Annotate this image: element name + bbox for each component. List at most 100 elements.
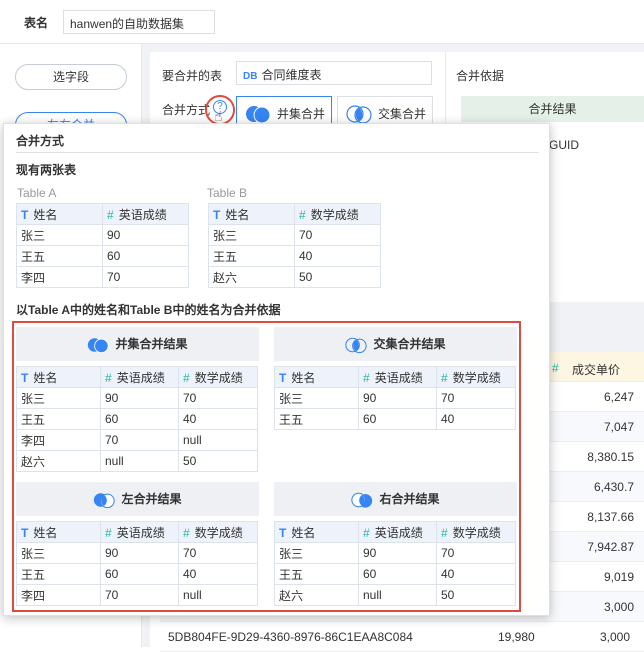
column-header: T 姓名 — [16, 203, 103, 225]
table-row: 王五 60 40 — [16, 408, 258, 430]
table-cell: 40 — [436, 408, 516, 430]
right-venn-icon — [351, 492, 373, 508]
table-cell: 王五 — [274, 563, 359, 585]
table-cell: 70 — [100, 429, 179, 451]
table-header-row: T 姓名 # 英语成绩 # 数学成绩 — [16, 366, 258, 388]
merge-table-select[interactable]: DB 合同维度表 — [236, 61, 432, 85]
row-price: 3,000 — [600, 630, 631, 644]
intersect-merge-label: 交集合并 — [378, 107, 427, 121]
table-cell: 70 — [436, 542, 516, 564]
column-header: T 姓名 — [274, 521, 359, 543]
left-result-header: 左合并结果 — [16, 482, 259, 516]
table-a-title: Table A — [17, 186, 57, 200]
table-cell: 50 — [178, 450, 258, 472]
text-type-icon: T — [213, 207, 221, 222]
column-header: T 姓名 — [274, 366, 359, 388]
intersect-result-header: 交集合并结果 — [274, 327, 517, 361]
table-header-row: T 姓名 # 数学成绩 — [208, 203, 381, 225]
table-cell: 赵六 — [16, 450, 101, 472]
price-cell: 8,137.66 — [587, 510, 634, 524]
text-type-icon: T — [21, 525, 29, 540]
table-cell: 90 — [358, 387, 437, 409]
table-b: T 姓名 # 数学成绩 张三 70 王五 40 赵六 50 — [208, 203, 381, 288]
guid-field: GUID — [549, 138, 579, 152]
table-cell: 50 — [294, 266, 381, 288]
table-row: 王五 40 — [208, 245, 381, 267]
price-cell: 7,047 — [603, 420, 634, 434]
table-row: 王五 60 — [16, 245, 189, 267]
table-cell: 40 — [436, 563, 516, 585]
table-cell: 60 — [358, 408, 437, 430]
number-type-icon: # — [552, 361, 559, 375]
price-cell: 9,019 — [603, 570, 634, 584]
column-header: # 英语成绩 — [358, 521, 437, 543]
table-cell: 李四 — [16, 584, 101, 606]
table-header-row: T 姓名 # 英语成绩 # 数学成绩 — [274, 521, 516, 543]
union-result-title: 并集合并结果 — [115, 337, 188, 351]
table-row: 5DB804FE-9D29-4360-8976-86C1EAA8C084 19,… — [160, 622, 644, 652]
table-name-label: 表名 — [24, 16, 49, 30]
db-icon: DB — [243, 71, 258, 82]
select-fields-button[interactable]: 选字段 — [15, 64, 127, 90]
table-row: 王五 60 40 — [16, 563, 258, 585]
left-venn-icon — [94, 493, 116, 508]
table-cell: 赵六 — [208, 266, 295, 288]
table-cell: 90 — [358, 542, 437, 564]
union-result-header: 并集合并结果 — [16, 327, 259, 361]
table-cell: 70 — [100, 584, 179, 606]
table-cell: 40 — [178, 408, 258, 430]
column-header: # 英语成绩 — [100, 521, 179, 543]
table-cell: 70 — [178, 387, 258, 409]
table-cell: 李四 — [16, 429, 101, 451]
table-header-row: T 姓名 # 英语成绩 # 数学成绩 — [274, 366, 516, 388]
intersect-result-title: 交集合并结果 — [373, 337, 446, 351]
price-cell: 3,000 — [603, 600, 634, 614]
number-type-icon: # — [105, 370, 112, 385]
table-cell: 王五 — [16, 563, 101, 585]
popup-subtitle: 现有两张表 — [16, 163, 77, 177]
column-header: T 姓名 — [16, 521, 101, 543]
table-row: 李四 70 — [16, 266, 189, 288]
table-cell: 60 — [358, 563, 437, 585]
right-result-table: T 姓名 # 英语成绩 # 数学成绩 张三 90 70 王五 60 40 赵六 null 50 — [274, 521, 516, 606]
right-result-title: 右合并结果 — [379, 492, 440, 506]
table-cell: 70 — [294, 224, 381, 246]
table-row: 张三 90 70 — [274, 542, 516, 564]
merge-result-header: 合并结果 — [461, 96, 644, 122]
number-type-icon: # — [299, 207, 306, 222]
table-cell: 王五 — [274, 408, 359, 430]
text-type-icon: T — [21, 370, 29, 385]
number-type-icon: # — [363, 370, 370, 385]
table-row: 王五 60 40 — [274, 563, 516, 585]
table-cell: 70 — [178, 542, 258, 564]
column-header: # 数学成绩 — [294, 203, 381, 225]
table-cell: null — [178, 429, 258, 451]
column-header: # 数学成绩 — [436, 521, 516, 543]
column-header: # 英语成绩 — [100, 366, 179, 388]
table-cell: 40 — [294, 245, 381, 267]
left-result-title: 左合并结果 — [121, 492, 182, 506]
table-cell: 赵六 — [274, 584, 359, 606]
union-result-table: T 姓名 # 英语成绩 # 数学成绩 张三 90 70 王五 60 40 李四 70 null 赵六 null 5… — [16, 366, 258, 472]
price-cell: 7,942.87 — [587, 540, 634, 554]
table-cell: 张三 — [16, 387, 101, 409]
grid-header-price: 成交单价 — [572, 363, 621, 377]
table-row: 张三 90 70 — [16, 387, 258, 409]
table-cell: 70 — [436, 387, 516, 409]
table-cell: 70 — [102, 266, 189, 288]
intersect-venn-icon — [345, 337, 368, 353]
table-cell: 90 — [100, 542, 179, 564]
table-name-input[interactable]: hanwen的自助数据集 — [63, 10, 215, 34]
price-cell: 8,380.15 — [587, 450, 634, 464]
table-cell: 60 — [100, 563, 179, 585]
table-cell: 王五 — [16, 245, 103, 267]
left-result-table: T 姓名 # 英语成绩 # 数学成绩 张三 90 70 王五 60 40 李四 70 null — [16, 521, 258, 606]
table-cell: 张三 — [274, 542, 359, 564]
table-row: 张三 90 70 — [16, 542, 258, 564]
top-bar: 表名 hanwen的自助数据集 — [0, 0, 644, 44]
table-a: T 姓名 # 英语成绩 张三 90 王五 60 李四 70 — [16, 203, 189, 288]
number-type-icon: # — [183, 370, 190, 385]
intersect-result-table: T 姓名 # 英语成绩 # 数学成绩 张三 90 70 王五 60 40 — [274, 366, 516, 430]
number-type-icon: # — [105, 525, 112, 540]
price-cell: 6,430.7 — [593, 480, 634, 494]
